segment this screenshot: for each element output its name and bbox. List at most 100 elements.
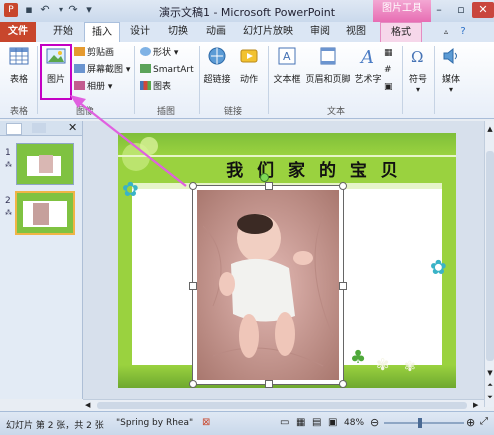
slideshow-icon[interactable]: ▣ [328, 417, 337, 428]
previous-slide-icon[interactable]: ⏶ [486, 381, 494, 389]
object-button[interactable]: ▣ [384, 80, 398, 94]
group-separator [199, 46, 200, 114]
status-bar: 幻灯片 第 2 张，共 2 张 "Spring by Rhea" ⊠ ▭ ▦ ▤… [0, 411, 494, 435]
zoom-level[interactable]: 48% [344, 418, 364, 428]
group-separator [134, 46, 135, 114]
daisy-icon: ✾ [404, 359, 416, 375]
resize-handle[interactable] [189, 182, 197, 190]
chart-icon [140, 81, 151, 90]
tab-view[interactable]: 视图 [340, 22, 372, 42]
close-button[interactable]: ✕ [472, 2, 494, 18]
theme-name[interactable]: "Spring by Rhea" [116, 418, 193, 428]
group-separator [434, 46, 435, 114]
shapes-button[interactable]: 形状 ▾ [140, 46, 178, 60]
resize-handle[interactable] [339, 380, 347, 388]
album-label: 相册 [87, 82, 106, 92]
rotate-handle[interactable] [260, 173, 269, 182]
textbox-button[interactable]: A 文本框 [272, 46, 302, 85]
screenshot-label: 屏幕截图 [87, 65, 124, 75]
tab-insert[interactable]: 插入 [84, 22, 120, 43]
slide-number-button[interactable]: # [384, 63, 398, 77]
tab-format[interactable]: 格式 [380, 22, 422, 43]
slides-tab[interactable] [6, 123, 22, 135]
scroll-thumb[interactable] [486, 151, 494, 361]
slide-thumbnail-pane: ✕ 1 ⁂ 2 ⁂ [0, 121, 83, 399]
normal-view-icon[interactable]: ▭ [280, 417, 289, 428]
date-time-button[interactable]: ▦ [384, 46, 398, 60]
scroll-right-icon[interactable]: ▶ [473, 401, 478, 409]
action-icon [240, 49, 258, 63]
outline-tab[interactable] [32, 123, 46, 133]
minimize-ribbon-icon[interactable]: ▵ [440, 22, 452, 42]
screenshot-button[interactable]: 屏幕截图 ▾ [74, 63, 130, 77]
scroll-up-icon[interactable]: ▲ [486, 125, 494, 133]
tab-design[interactable]: 设计 [124, 22, 156, 42]
tab-slideshow[interactable]: 幻灯片放映 [236, 22, 300, 42]
inserted-picture[interactable] [189, 182, 347, 388]
zoom-out-icon[interactable]: ⊖ [370, 416, 379, 429]
chart-label: 图表 [153, 82, 172, 92]
tab-home[interactable]: 开始 [46, 22, 80, 42]
smartart-button[interactable]: SmartArt [140, 63, 194, 77]
tab-review[interactable]: 审阅 [304, 22, 336, 42]
picture-button[interactable]: 图片 [40, 44, 72, 100]
scroll-thumb[interactable] [97, 402, 467, 409]
svg-text:Ω: Ω [411, 48, 423, 66]
scroll-down-icon[interactable]: ▼ [486, 369, 494, 377]
symbol-button[interactable]: Ω 符号 ▾ [406, 46, 430, 94]
symbol-label: 符号 [408, 75, 427, 85]
flower-icon: ✿ [430, 255, 447, 279]
picture-icon [46, 48, 66, 64]
language-icon[interactable]: ⊠ [202, 417, 210, 428]
group-label-links: 链接 [223, 107, 242, 117]
minimize-button[interactable]: – [428, 2, 450, 18]
wordart-label: 艺术字 [354, 75, 382, 85]
reading-view-icon[interactable]: ▤ [312, 417, 321, 428]
ribbon: 表格 表格 图片 剪贴画 屏幕截图 ▾ 相册 ▾ 图像 形状 ▾ SmartAr… [0, 42, 494, 119]
maximize-button[interactable]: ▫ [450, 2, 472, 18]
resize-handle[interactable] [339, 182, 347, 190]
resize-handle[interactable] [189, 380, 197, 388]
group-label-images: 图像 [75, 107, 94, 117]
resize-handle[interactable] [265, 182, 273, 190]
svg-text:A: A [283, 50, 291, 63]
scroll-left-icon[interactable]: ◀ [85, 401, 90, 409]
header-footer-label: 页眉和页脚 [305, 75, 351, 85]
vertical-scrollbar[interactable]: ▲ ▼ ⏶ ⏷ [484, 121, 494, 407]
zoom-slider-thumb[interactable] [418, 418, 422, 428]
horizontal-scrollbar[interactable]: ◀ ▶ [83, 399, 484, 411]
action-button[interactable]: 动作 [236, 46, 262, 85]
wordart-button[interactable]: A 艺术字 [354, 46, 382, 85]
close-pane-icon[interactable]: ✕ [68, 121, 77, 134]
resize-handle[interactable] [339, 282, 347, 290]
resize-handle[interactable] [189, 282, 197, 290]
help-icon[interactable]: ? [456, 22, 470, 42]
slide-thumbnail-selected[interactable] [15, 191, 75, 235]
header-footer-button[interactable]: 页眉和页脚 [304, 46, 352, 85]
tab-animations[interactable]: 动画 [200, 22, 232, 42]
table-button[interactable]: 表格 [4, 46, 34, 85]
tab-transitions[interactable]: 切换 [162, 22, 194, 42]
hyperlink-button[interactable]: 超链接 [202, 46, 232, 85]
media-dropdown-icon: ▾ [448, 85, 453, 94]
clipart-label: 剪贴画 [87, 48, 115, 58]
media-button[interactable]: 媒体 ▾ [438, 46, 464, 94]
action-label: 动作 [239, 75, 258, 85]
chart-button[interactable]: 图表 [140, 80, 171, 94]
title-bar: P ▪ ↶ ▾ ↷ ▾ 演示文稿1 - Microsoft PowerPoint… [0, 0, 494, 23]
resize-handle[interactable] [265, 380, 273, 388]
clipart-icon [74, 47, 85, 56]
zoom-in-icon[interactable]: ⊕ [466, 416, 475, 429]
slide-thumbnail[interactable] [16, 143, 74, 185]
tab-file[interactable]: 文件 [0, 22, 36, 42]
slide-heading[interactable]: 我 们 家 的 宝 贝 [178, 156, 450, 181]
next-slide-icon[interactable]: ⏷ [486, 393, 494, 401]
zoom-slider-track[interactable] [384, 422, 464, 424]
slide-canvas[interactable]: 我 们 家 的 宝 贝 ✿ ✿ ♣ ✾ ✾ [118, 133, 456, 388]
fit-to-window-icon[interactable]: ⤢ [480, 416, 488, 427]
slide-sorter-icon[interactable]: ▦ [296, 417, 305, 428]
group-label-illustrations: 插图 [156, 107, 175, 117]
clipart-button[interactable]: 剪贴画 [74, 46, 114, 60]
header-footer-icon [320, 47, 336, 65]
album-button[interactable]: 相册 ▾ [74, 80, 112, 94]
